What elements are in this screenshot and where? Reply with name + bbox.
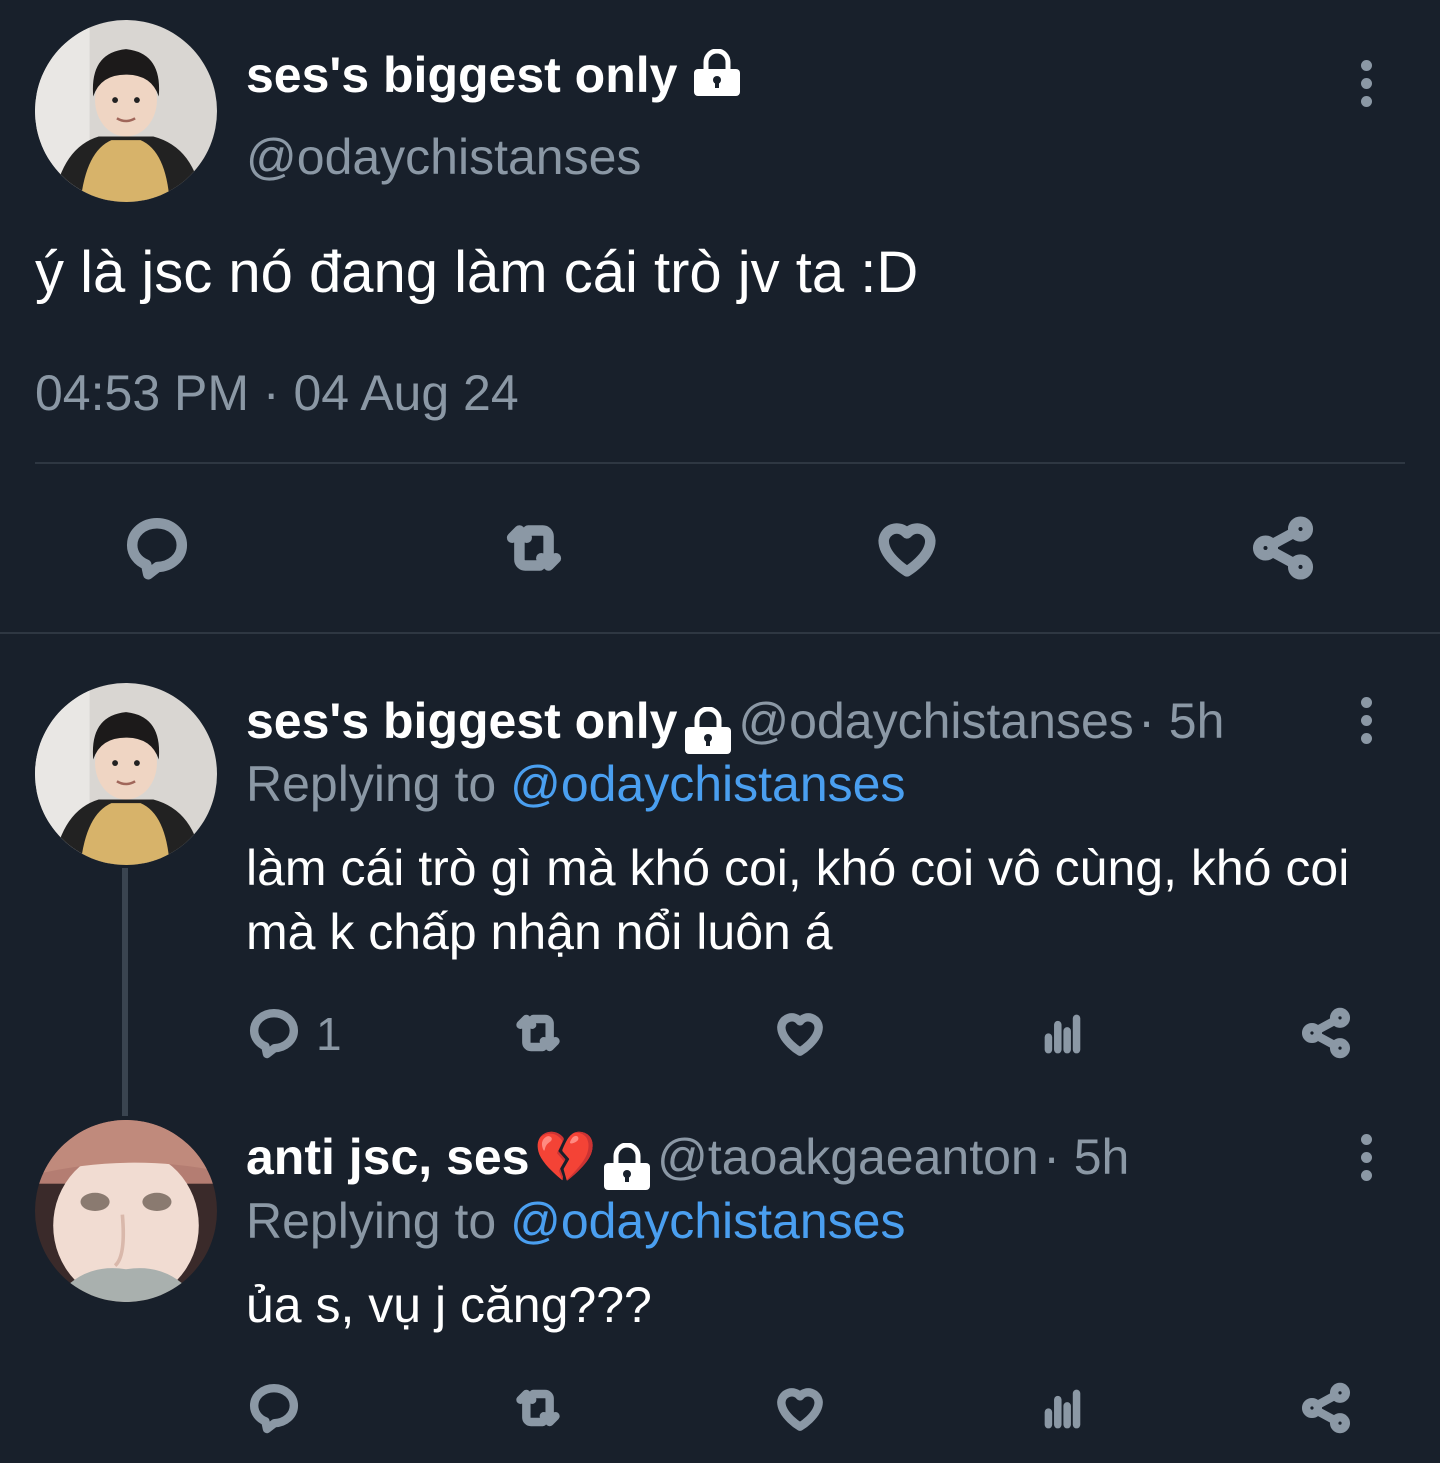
timestamp[interactable]: 04:53 PM · 04 Aug 24 (35, 364, 519, 422)
more-options-icon[interactable] (1356, 1134, 1376, 1188)
handle[interactable]: @odaychistanses (738, 693, 1133, 749)
tweet-text: ý là jsc nó đang làm cái trò jv ta :D (35, 240, 919, 305)
reply-icon[interactable] (246, 1005, 302, 1061)
display-name[interactable]: ses's biggest only (246, 693, 677, 749)
reply-text: ủa s, vụ j căng??? (246, 1277, 652, 1333)
avatar[interactable] (35, 20, 217, 202)
replying-to: Replying to @odaychistanses (246, 1192, 905, 1250)
replying-to-link[interactable]: @odaychistanses (510, 756, 905, 812)
retweet-icon[interactable] (508, 1380, 568, 1436)
thread-line (122, 868, 128, 1116)
display-name-text: ses's biggest only (246, 47, 678, 103)
replying-to-link[interactable]: @odaychistanses (510, 1193, 905, 1249)
lock-icon (601, 1142, 653, 1196)
lock-icon (691, 48, 743, 109)
display-name[interactable]: ses's biggest only (246, 46, 743, 109)
reply-icon[interactable] (246, 1380, 302, 1436)
reply-header: ses's biggest only @odaychistanses · 5h (246, 692, 1224, 760)
replying-label: Replying to (246, 756, 497, 812)
handle[interactable]: @taoakgaeanton (657, 1129, 1039, 1185)
share-icon[interactable] (1298, 1005, 1354, 1061)
reply-age: · 5h (1138, 693, 1225, 749)
retweet-icon[interactable] (508, 1005, 568, 1061)
like-icon[interactable] (772, 1005, 828, 1061)
share-icon[interactable] (1248, 513, 1318, 583)
like-icon[interactable] (772, 1380, 828, 1436)
reply-icon[interactable] (122, 513, 192, 583)
replying-to: Replying to @odaychistanses (246, 755, 905, 813)
display-name[interactable]: anti jsc, ses (246, 1129, 530, 1185)
avatar[interactable] (35, 683, 217, 865)
avatar[interactable] (35, 1120, 217, 1302)
reply-age: · 5h (1043, 1129, 1130, 1185)
more-options-icon[interactable] (1356, 697, 1376, 751)
reply-text: làm cái trò gì mà khó coi, khó coi vô cù… (246, 840, 1350, 960)
share-icon[interactable] (1298, 1380, 1354, 1436)
reply-count: 1 (316, 1008, 342, 1060)
broken-heart-emoji: 💔 (533, 1129, 597, 1185)
lock-icon (682, 706, 734, 760)
views-icon[interactable] (1038, 1380, 1088, 1436)
like-icon[interactable] (872, 513, 942, 583)
divider (0, 632, 1440, 634)
views-icon[interactable] (1038, 1005, 1088, 1061)
divider (35, 462, 1405, 464)
more-options-icon[interactable] (1356, 60, 1376, 114)
replying-label: Replying to (246, 1193, 497, 1249)
reply-header: anti jsc, ses 💔 @taoakgaeanton · 5h (246, 1128, 1129, 1196)
retweet-icon[interactable] (497, 513, 571, 583)
handle[interactable]: @odaychistanses (246, 128, 641, 186)
